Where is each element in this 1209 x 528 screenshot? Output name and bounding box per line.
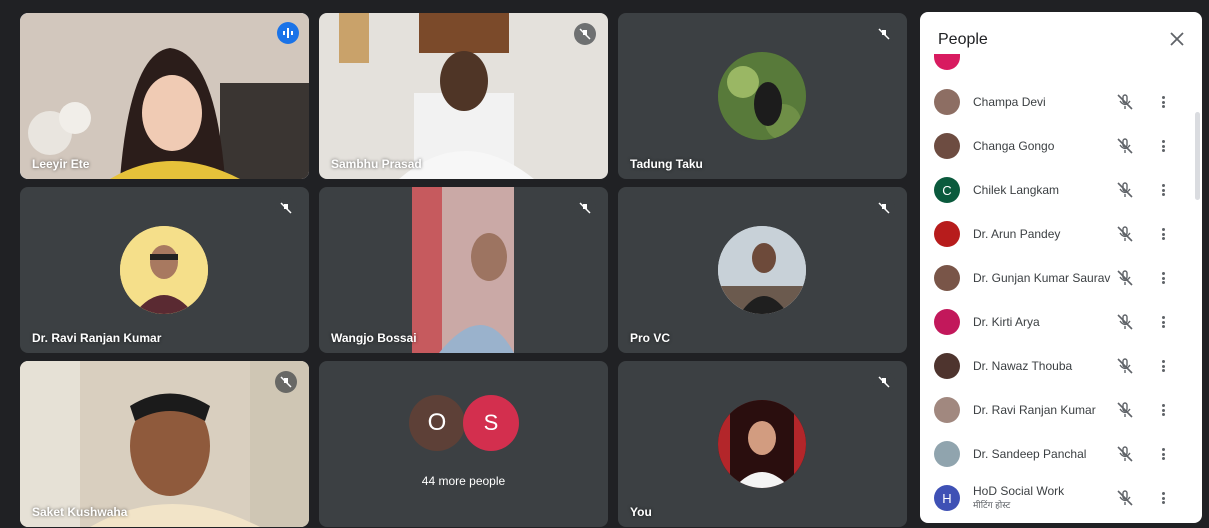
participant-name: Changa Gongo: [973, 139, 1055, 153]
video-tile-sambhu-prasad[interactable]: Sambhu Prasad: [319, 13, 608, 179]
participant-name: Tadung Taku: [630, 157, 703, 171]
mic-off-icon[interactable]: [1116, 181, 1134, 199]
avatar: [718, 52, 806, 140]
mic-off-icon[interactable]: [1116, 313, 1134, 331]
video-tile-leeyir-ete[interactable]: Leeyir Ete: [20, 13, 309, 179]
video-tile-tadung-taku[interactable]: Tadung Taku: [618, 13, 907, 179]
participant-name: Champa Devi: [973, 95, 1046, 109]
participant-name: Dr. Ravi Ranjan Kumar: [32, 331, 162, 345]
mic-off-icon[interactable]: [1116, 357, 1134, 375]
participant-name: Dr. Sandeep Panchal: [973, 447, 1087, 461]
more-options-icon[interactable]: [1158, 401, 1168, 419]
mic-off-icon: [873, 197, 895, 219]
participant-name: Dr. Nawaz Thouba: [973, 359, 1073, 373]
participant-name: Wangjo Bossai: [331, 331, 417, 345]
avatar: S: [463, 395, 519, 451]
avatar: H: [934, 485, 960, 511]
participant-row[interactable]: Dr. Gunjan Kumar Saurav: [920, 256, 1192, 300]
video-feed: [319, 13, 608, 179]
avatar: C: [934, 177, 960, 203]
mic-off-icon[interactable]: [1116, 225, 1134, 243]
mic-off-icon[interactable]: [1116, 401, 1134, 419]
more-people-label: 44 more people: [421, 474, 506, 488]
participant-row[interactable]: Champa Devi: [920, 80, 1192, 124]
avatar: [718, 226, 806, 314]
more-options-icon[interactable]: [1158, 489, 1168, 507]
panel-title: People: [938, 31, 988, 48]
mic-off-icon: [574, 23, 596, 45]
avatar: [934, 441, 960, 467]
video-tile-ravi-ranjan-kumar[interactable]: Dr. Ravi Ranjan Kumar: [20, 187, 309, 353]
participant-name: Dr. Ravi Ranjan Kumar: [973, 403, 1096, 417]
participant-row[interactable]: Dr. Sandeep Panchal: [920, 432, 1192, 476]
video-tile-wangjo-bossai[interactable]: Wangjo Bossai: [319, 187, 608, 353]
mic-off-icon: [275, 197, 297, 219]
mic-off-icon: [275, 371, 297, 393]
people-panel: People Champa Devi Changa Gongo C Chilek La…: [920, 12, 1202, 523]
mic-off-icon[interactable]: [1116, 137, 1134, 155]
avatar: [934, 133, 960, 159]
avatar: [934, 54, 960, 70]
participant-name: You: [630, 505, 652, 519]
participant-row[interactable]: Dr. Ravi Ranjan Kumar: [920, 388, 1192, 432]
mic-off-icon: [873, 23, 895, 45]
mic-off-icon[interactable]: [1116, 489, 1134, 507]
more-options-icon[interactable]: [1158, 357, 1168, 375]
participant-name: Dr. Kirti Arya: [973, 315, 1040, 329]
participant-row[interactable]: Dr. Nawaz Thouba: [920, 344, 1192, 388]
avatar: [934, 89, 960, 115]
participant-name: HoD Social Work: [973, 484, 1065, 498]
video-feed: [20, 13, 309, 179]
avatar: [120, 226, 208, 314]
participant-name: Pro VC: [630, 331, 671, 345]
speaking-indicator-icon: [277, 22, 299, 44]
mic-off-icon[interactable]: [1116, 445, 1134, 463]
participant-name: Sambhu Prasad: [331, 157, 422, 171]
mic-off-icon: [873, 371, 895, 393]
avatar: [934, 309, 960, 335]
avatar: [934, 265, 960, 291]
avatar: [934, 221, 960, 247]
more-options-icon[interactable]: [1158, 225, 1168, 243]
participant-row[interactable]: Dr. Kirti Arya: [920, 300, 1192, 344]
avatar: [718, 400, 806, 488]
close-icon[interactable]: [1166, 28, 1188, 50]
more-options-icon[interactable]: [1158, 181, 1168, 199]
participant-name: Saket Kushwaha: [32, 505, 128, 519]
more-options-icon[interactable]: [1158, 93, 1168, 111]
mic-off-icon[interactable]: [1116, 269, 1134, 287]
participant-role: मीटिंग होस्ट: [973, 500, 1011, 510]
scrollbar[interactable]: [1195, 112, 1200, 200]
video-tile-saket-kushwaha[interactable]: Saket Kushwaha: [20, 361, 309, 527]
more-options-icon[interactable]: [1158, 445, 1168, 463]
participant-name: Dr. Arun Pandey: [973, 227, 1061, 241]
participant-name: Leeyir Ete: [32, 157, 90, 171]
participant-row[interactable]: H HoD Social Work मीटिंग होस्ट: [920, 476, 1192, 520]
avatar: O: [409, 395, 465, 451]
avatar: [934, 397, 960, 423]
more-options-icon[interactable]: [1158, 313, 1168, 331]
video-feed: [412, 187, 514, 353]
more-options-icon[interactable]: [1158, 137, 1168, 155]
more-people-tile[interactable]: O S 44 more people: [319, 361, 608, 527]
participant-name: Dr. Gunjan Kumar Saurav: [973, 271, 1111, 285]
more-options-icon[interactable]: [1158, 269, 1168, 287]
participant-name: Chilek Langkam: [973, 183, 1060, 197]
participant-row[interactable]: Dr. Arun Pandey: [920, 212, 1192, 256]
video-tile-you[interactable]: You: [618, 361, 907, 527]
video-tile-pro-vc[interactable]: Pro VC: [618, 187, 907, 353]
participant-row[interactable]: Changa Gongo: [920, 124, 1192, 168]
video-feed: [20, 361, 309, 527]
participant-row[interactable]: C Chilek Langkam: [920, 168, 1192, 212]
avatar: [934, 353, 960, 379]
mic-off-icon[interactable]: [1116, 93, 1134, 111]
mic-off-icon: [574, 197, 596, 219]
